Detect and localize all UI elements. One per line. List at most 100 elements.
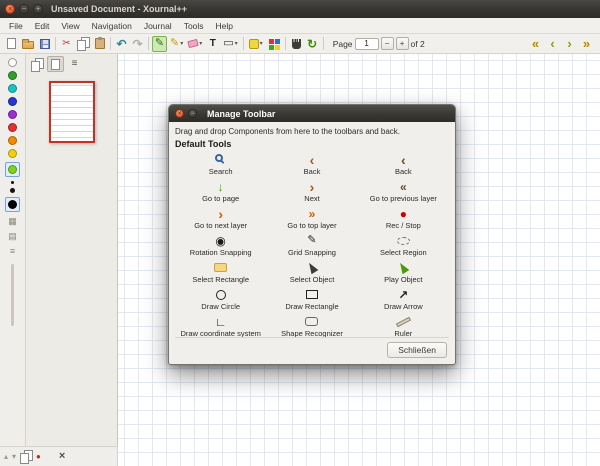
selected-color-swatch[interactable] <box>5 162 20 177</box>
color-swatch-3[interactable] <box>8 110 17 119</box>
close-panel-button[interactable]: × <box>59 451 65 462</box>
pen-button[interactable]: ✎ <box>152 36 167 52</box>
copy-button[interactable] <box>75 36 91 52</box>
tool-back[interactable]: ‹Back <box>266 151 357 178</box>
eraser-button[interactable]: ▾ <box>186 36 204 52</box>
dialog-close-button[interactable]: × <box>175 109 184 118</box>
cut-button[interactable]: ✂ <box>59 36 74 52</box>
toolbar-group <box>4 36 52 52</box>
dialog-section-title: Default Tools <box>175 139 449 149</box>
color-palette-button[interactable] <box>266 36 282 52</box>
tool-go-to-page[interactable]: ↓Go to page <box>175 178 266 205</box>
dialog-titlebar[interactable]: × − Manage Toolbar <box>169 105 455 122</box>
toolbox-button[interactable]: ≡ <box>10 246 15 257</box>
page-count-label: of 2 <box>411 39 425 49</box>
tool-draw-circle[interactable]: Draw Circle <box>175 286 266 313</box>
tool-shape-recognizer[interactable]: Shape Recognizer <box>266 313 357 337</box>
dialog-minimize-button[interactable]: − <box>188 109 197 118</box>
tool-search[interactable]: Search <box>175 151 266 178</box>
open-folder-button[interactable] <box>20 36 36 52</box>
text-tool-button[interactable]: T <box>205 36 220 52</box>
line-thickness-0[interactable] <box>11 181 14 184</box>
window-minimize-button[interactable]: − <box>19 4 29 14</box>
dropdown-caret-icon: ▾ <box>260 40 263 47</box>
zoom-fit-button[interactable]: ↻ <box>305 36 320 52</box>
color-swatch-2[interactable] <box>8 97 17 106</box>
window-maximize-button[interactable]: + <box>33 4 43 14</box>
tool-icon-wrap <box>214 261 227 274</box>
scroll-down-button[interactable]: ▾ <box>12 451 16 462</box>
thumbnails-tab-button[interactable] <box>28 56 45 72</box>
menu-journal[interactable]: Journal <box>138 21 178 31</box>
layers-tab-button[interactable]: ≡ <box>66 56 83 72</box>
line-thickness-1[interactable] <box>10 188 15 193</box>
tool-label: Go to previous layer <box>370 194 437 203</box>
color-swatch-1[interactable] <box>8 84 17 93</box>
menu-navigation[interactable]: Navigation <box>86 21 138 31</box>
panel-tabs: ≡ <box>26 54 117 74</box>
hand-tool-button[interactable] <box>289 36 304 52</box>
redo-button[interactable]: ↷ <box>130 36 145 52</box>
paste-button[interactable] <box>92 36 107 52</box>
next-page-button[interactable]: › <box>562 36 577 52</box>
eraser-icon <box>187 39 198 48</box>
tool-next[interactable]: ›Next <box>266 178 357 205</box>
page-increment-button[interactable]: + <box>396 37 409 50</box>
page-number-input[interactable]: 1 <box>355 38 379 50</box>
color-swatch-button[interactable]: ▾ <box>247 36 265 52</box>
tool-draw-arrow[interactable]: ↗Draw Arrow <box>358 286 449 313</box>
tool-go-to-top-layer[interactable]: »Go to top layer <box>266 205 357 232</box>
color-palette-icon <box>268 38 280 50</box>
menu-file[interactable]: File <box>3 21 29 31</box>
last-page-button[interactable]: » <box>579 36 594 52</box>
highlighter-button[interactable]: ✎▾ <box>168 36 185 52</box>
color-white-swatch[interactable] <box>8 58 17 67</box>
tool-play-object[interactable]: Play Object <box>358 259 449 286</box>
tool-icon-wrap <box>216 288 226 301</box>
menu-tools[interactable]: Tools <box>178 21 210 31</box>
tool-rec-stop[interactable]: ●Rec / Stop <box>358 205 449 232</box>
tool-rotation-snapping[interactable]: ◉Rotation Snapping <box>175 232 266 259</box>
shapes-button[interactable]: ▭▾ <box>221 36 239 52</box>
tool-select-object[interactable]: Select Object <box>266 259 357 286</box>
toolbar-group: ↶↷ <box>114 36 145 52</box>
menu-edit[interactable]: Edit <box>29 21 56 31</box>
previous-page-button[interactable]: ‹ <box>545 36 560 52</box>
pen-icon: ✎ <box>155 38 164 49</box>
scroll-up-button[interactable]: ▴ <box>4 451 8 462</box>
page-thumbnail[interactable] <box>49 81 95 143</box>
save-button[interactable] <box>37 36 52 52</box>
sidebar-scrollbar[interactable] <box>11 264 14 326</box>
tool-back[interactable]: ‹Back <box>358 151 449 178</box>
tool-ruler[interactable]: Ruler <box>358 313 449 337</box>
tool-draw-coordinate-system[interactable]: ∟Draw coordinate system <box>175 313 266 337</box>
menu-help[interactable]: Help <box>210 21 239 31</box>
color-swatch-5[interactable] <box>8 136 17 145</box>
undo-button[interactable]: ↶ <box>114 36 129 52</box>
window-close-button[interactable]: × <box>5 4 15 14</box>
draw-arrow-icon: ↗ <box>398 289 408 301</box>
page-decrement-button[interactable]: − <box>381 37 394 50</box>
toolbar-separator <box>55 37 56 50</box>
record-button[interactable]: ● <box>36 451 41 462</box>
tool-go-to-next-layer[interactable]: ›Go to next layer <box>175 205 266 232</box>
tool-grid-snapping[interactable]: ✎Grid Snapping <box>266 232 357 259</box>
new-layer-button[interactable] <box>20 451 32 462</box>
new-document-button[interactable] <box>4 36 19 52</box>
schliessen-button[interactable]: Schließen <box>387 342 447 358</box>
color-swatch-4[interactable] <box>8 123 17 132</box>
tool-select-region[interactable]: Select Region <box>358 232 449 259</box>
tool-select-rectangle[interactable]: Select Rectangle <box>175 259 266 286</box>
page-preview-tab-button[interactable] <box>47 56 64 72</box>
snap-grid-button[interactable]: ▦ <box>8 216 17 227</box>
color-swatch-0[interactable] <box>8 71 17 80</box>
first-page-button[interactable]: « <box>528 36 543 52</box>
tool-draw-rectangle[interactable]: Draw Rectangle <box>266 286 357 313</box>
snap-rotation-button[interactable]: ▤ <box>8 231 17 242</box>
tool-go-to-previous-layer[interactable]: «Go to previous layer <box>358 178 449 205</box>
menu-view[interactable]: View <box>55 21 85 31</box>
color-swatch-6[interactable] <box>8 149 17 158</box>
top-layer-icon: » <box>309 208 316 220</box>
search-icon <box>215 154 223 162</box>
selected-thickness[interactable] <box>5 197 20 212</box>
